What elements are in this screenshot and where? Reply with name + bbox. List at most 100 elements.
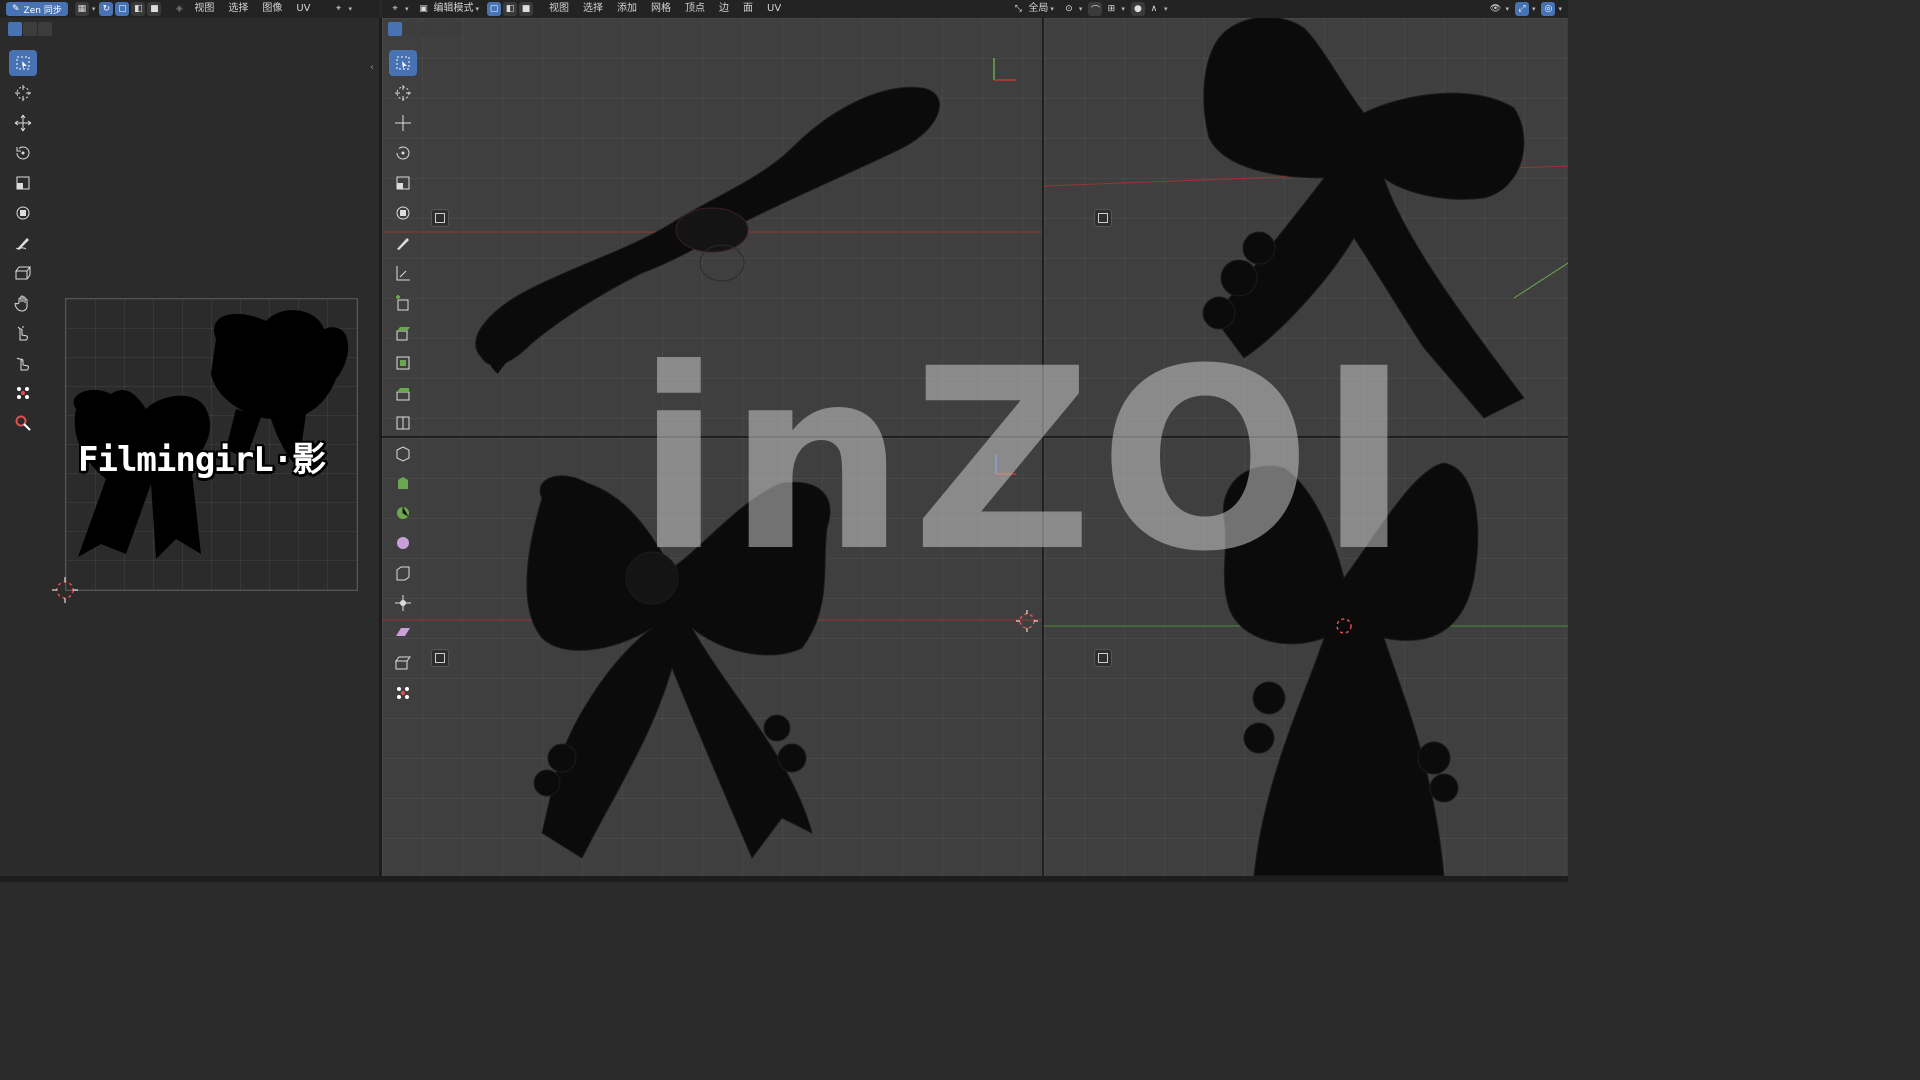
snap-icon[interactable]: ⌒ [1088,2,1103,16]
bevel-icon[interactable] [389,380,417,406]
rip-region-icon[interactable] [389,650,417,676]
view-gizmo-icon[interactable] [1094,209,1112,227]
vertex-select-icon[interactable]: ▢ [115,2,130,16]
scale-icon[interactable] [9,170,37,196]
add-cube-icon[interactable] [389,290,417,316]
island-select-icon[interactable]: ◈ [172,2,186,16]
scale-icon[interactable] [389,170,417,196]
select-intersect-icon[interactable] [448,22,462,36]
inset-icon[interactable] [389,350,417,376]
editor-type-icon[interactable]: ⌖ [388,2,402,16]
zen-sync-label: Zen 同步 [23,5,62,16]
relax-icon[interactable] [9,320,37,346]
snap-target-icon[interactable]: ⊞ [1104,2,1118,16]
status-bar [0,876,1568,882]
menu-select[interactable]: 选择 [576,0,610,18]
transform-icon[interactable] [9,200,37,226]
mesh-toolbar [388,50,418,710]
proportional-edit-icon[interactable]: ● [1130,2,1145,16]
zen-icon: ✎ [12,4,20,14]
mode-dropdown[interactable]: 编辑模式 ▾ [432,0,482,18]
uv-menu-image[interactable]: 图像 [255,0,289,18]
vertex-icon[interactable] [389,680,417,706]
mode-icon[interactable]: ▣ [417,2,431,16]
uv-editor-header: ✎ Zen 同步 ▦ ▾ ↻ ▢ ◧ ■ ◈ 视图 选择 图像 UV ⌖ ▾ [0,0,380,18]
menu-vertex[interactable]: 顶点 [678,0,712,18]
axis-indicator [993,58,1016,81]
menu-edge[interactable]: 边 [712,0,736,18]
sticky-select-icon[interactable]: ↻ [99,2,114,16]
zen-sync-button[interactable]: ✎ Zen 同步 [6,2,68,16]
select-invert-icon[interactable] [433,22,447,36]
viewport-header: ⌖ ▾ ▣ 编辑模式 ▾ ▢ ◧ ■ 视图 选择 添加 网格 顶点 边 面 UV ⤡… [382,0,1568,18]
uv-menu-uv[interactable]: UV [289,0,317,18]
loop-cut-icon[interactable] [389,410,417,436]
gizmo-toggle-icon[interactable]: ⤢ [1514,2,1529,16]
rip-icon[interactable] [9,260,37,286]
select-subtract-icon[interactable] [38,22,52,36]
mesh-select-modes [388,22,462,38]
edge-select-icon[interactable]: ◧ [131,2,146,16]
rotate-icon[interactable] [389,140,417,166]
face-select-icon[interactable]: ■ [147,2,162,16]
uv-editor-type-icon[interactable]: ▦ [74,2,89,16]
orientation-label: 全局 [1028,3,1049,14]
mode-label: 编辑模式 [433,3,474,14]
brand-text: FilmingirL·影 [78,440,326,480]
spin-icon[interactable] [389,500,417,526]
knife-icon[interactable] [389,440,417,466]
overlay-toggle-icon[interactable]: ◎ [1541,2,1556,16]
vertex-mode-icon[interactable]: ▢ [487,2,502,16]
menu-add[interactable]: 添加 [610,0,644,18]
measure-icon[interactable] [389,260,417,286]
annotate-icon[interactable] [9,230,37,256]
select-box-icon[interactable] [9,50,37,76]
uv-editor-area[interactable]: ‹ FilmingirL·影 [0,18,379,882]
cursor-icon[interactable] [389,80,417,106]
watermark: inZOI [636,315,1417,606]
select-new-icon[interactable] [8,22,22,36]
transform-icon[interactable] [389,200,417,226]
menu-view[interactable]: 视图 [542,0,576,18]
orientation-dropdown[interactable]: 全局 ▾ [1026,0,1056,18]
poly-build-icon[interactable] [389,470,417,496]
falloff-icon[interactable]: ∧ [1147,2,1161,16]
uv-menu-view[interactable]: 视图 [187,0,221,18]
move-icon[interactable] [9,110,37,136]
view-gizmo-icon[interactable] [1094,649,1112,667]
edge-slide-icon[interactable] [389,560,417,586]
zoom-icon[interactable] [9,410,37,436]
select-new-icon[interactable] [388,22,402,36]
menu-mesh[interactable]: 网格 [644,0,678,18]
rotate-icon[interactable] [9,140,37,166]
uv-select-modes [8,22,52,38]
uv-2d-cursor[interactable] [52,577,78,603]
menu-uv[interactable]: UV [760,0,788,18]
select-extend-icon[interactable] [403,22,417,36]
sculpt-icon[interactable] [9,380,37,406]
shrink-fatten-icon[interactable] [389,590,417,616]
pivot-point-icon[interactable]: ⊙ [1062,2,1076,16]
transform-orientation-icon[interactable]: ⤡ [1011,2,1025,16]
menu-face[interactable]: 面 [736,0,760,18]
pinch-icon[interactable] [9,350,37,376]
select-extend-icon[interactable] [23,22,37,36]
select-box-icon[interactable] [389,50,417,76]
smooth-icon[interactable] [389,530,417,556]
annotate-icon[interactable] [389,230,417,256]
visibility-icon[interactable]: 👁 [1488,2,1502,16]
select-subtract-icon[interactable] [418,22,432,36]
3d-cursor[interactable] [1016,610,1038,632]
cursor-icon[interactable] [9,80,37,106]
shear-icon[interactable] [389,620,417,646]
face-mode-icon[interactable]: ■ [519,2,534,16]
extrude-icon[interactable] [389,320,417,346]
edge-mode-icon[interactable]: ◧ [503,2,518,16]
pivot-icon[interactable]: ⌖ [332,2,346,16]
view-gizmo-icon[interactable] [431,649,449,667]
uv-menu-select[interactable]: 选择 [221,0,255,18]
view-gizmo-icon[interactable] [431,209,449,227]
move-icon[interactable] [389,110,417,136]
sidebar-toggle-icon[interactable]: ‹ [370,62,374,73]
grab-icon[interactable] [9,290,37,316]
